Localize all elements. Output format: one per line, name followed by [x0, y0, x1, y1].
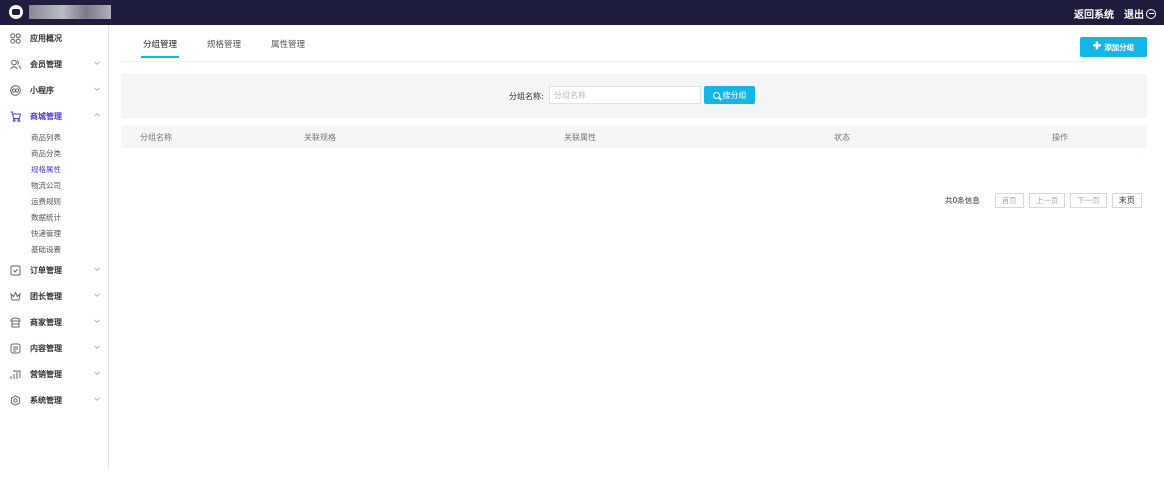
tab-bar: 分组管理 规格管理 属性管理 — [140, 38, 335, 58]
plus-icon: ✚ — [1092, 41, 1102, 52]
grid-icon — [10, 32, 21, 44]
sidebar-item-members[interactable]: 会员管理 — [0, 51, 108, 77]
first-page-button[interactable]: 首页 — [994, 193, 1024, 208]
sidebar-item-mall[interactable]: 商城管理 — [0, 103, 108, 129]
logo-icon — [9, 5, 23, 19]
chevron-down-icon — [94, 370, 100, 376]
logout-icon — [1146, 8, 1156, 19]
submenu-item-express[interactable]: 快递管理 — [0, 225, 108, 241]
add-group-label: 添加分组 — [1104, 42, 1135, 52]
column-header-attributes: 关联属性 — [564, 133, 596, 142]
sidebar-item-content[interactable]: 内容管理 — [0, 335, 108, 361]
sidebar-item-system[interactable]: 系统管理 — [0, 387, 108, 413]
sidebar-item-label: 系统管理 — [30, 395, 62, 405]
miniprogram-icon — [10, 84, 21, 96]
chevron-down-icon — [94, 396, 100, 402]
content-icon — [10, 343, 21, 354]
filter-label: 分组名称: — [509, 92, 544, 101]
order-icon — [10, 265, 21, 276]
sidebar-item-label: 应用概况 — [30, 33, 62, 43]
sidebar-item-label: 商城管理 — [30, 111, 62, 121]
sidebar-item-orders[interactable]: 订单管理 — [0, 257, 108, 283]
column-header-status: 状态 — [834, 133, 850, 142]
sidebar-item-label: 内容管理 — [30, 343, 62, 353]
users-icon — [10, 59, 21, 70]
sidebar-item-merchants[interactable]: 商家管理 — [0, 309, 108, 335]
tab-spec-management[interactable]: 规格管理 — [207, 38, 241, 58]
last-page-button[interactable]: 末页 — [1111, 193, 1142, 208]
logout-button[interactable]: 退出 — [1124, 6, 1156, 21]
group-name-input[interactable] — [549, 86, 701, 104]
chevron-down-icon — [94, 60, 100, 66]
submenu-item-statistics[interactable]: 数据统计 — [0, 209, 108, 225]
cart-icon — [10, 111, 21, 122]
top-actions: 返回系统 退出 — [1074, 6, 1156, 21]
sidebar-item-label: 订单管理 — [30, 265, 62, 275]
submenu-item-basic-settings[interactable]: 基础设置 — [0, 241, 108, 257]
submenu-item-logistics[interactable]: 物流公司 — [0, 177, 108, 193]
app-logo-title — [29, 5, 111, 19]
store-icon — [10, 316, 21, 328]
tab-attribute-management[interactable]: 属性管理 — [271, 38, 305, 58]
chevron-down-icon — [94, 86, 100, 92]
table-header: 分组名称 关联规格 关联属性 状态 操作 — [121, 125, 1147, 148]
sidebar-item-label: 团长管理 — [30, 291, 62, 301]
sidebar: 应用概况 会员管理 小程序 商城管理 商品列表 商品分类 规格属性 物流公司 运… — [0, 25, 109, 470]
submenu-item-product-category[interactable]: 商品分类 — [0, 145, 108, 161]
add-group-button[interactable]: ✚ 添加分组 — [1080, 37, 1147, 57]
pagination-total: 共0条信息 — [945, 196, 980, 205]
column-header-actions: 操作 — [1052, 133, 1068, 142]
submenu-item-product-list[interactable]: 商品列表 — [0, 129, 108, 145]
sidebar-item-marketing[interactable]: 营销管理 — [0, 361, 108, 387]
chevron-up-icon — [94, 112, 100, 118]
sidebar-item-label: 会员管理 — [30, 59, 62, 69]
settings-icon — [10, 394, 21, 406]
pagination: 共0条信息 首页 上一页 下一页 末页 — [945, 193, 1142, 208]
search-icon — [712, 91, 720, 99]
marketing-icon — [10, 369, 21, 380]
sidebar-item-label: 小程序 — [30, 85, 54, 95]
search-group-label: 搜分组 — [722, 90, 747, 100]
tab-group-management[interactable]: 分组管理 — [140, 38, 180, 58]
next-page-button[interactable]: 下一页 — [1070, 193, 1107, 208]
crown-icon — [10, 290, 21, 302]
top-bar: 返回系统 退出 — [0, 0, 1164, 25]
filter-panel: 分组名称: 搜分组 — [121, 74, 1147, 118]
submenu-item-spec-attr[interactable]: 规格属性 — [0, 161, 108, 177]
sidebar-item-miniprogram[interactable]: 小程序 — [0, 77, 108, 103]
logout-label: 退出 — [1124, 10, 1144, 21]
search-group-button[interactable]: 搜分组 — [704, 86, 755, 104]
sidebar-item-label: 商家管理 — [30, 317, 62, 327]
chevron-down-icon — [94, 292, 100, 298]
return-system-link[interactable]: 返回系统 — [1074, 6, 1114, 21]
column-header-specs: 关联规格 — [304, 133, 336, 142]
tabs-divider — [121, 61, 1148, 62]
prev-page-button[interactable]: 上一页 — [1028, 193, 1066, 208]
column-header-group-name: 分组名称 — [140, 133, 172, 142]
chevron-down-icon — [94, 344, 100, 350]
sidebar-item-leaders[interactable]: 团长管理 — [0, 283, 108, 309]
sidebar-item-label: 营销管理 — [30, 369, 62, 379]
chevron-down-icon — [94, 266, 100, 272]
chevron-down-icon — [94, 318, 100, 324]
sidebar-item-overview[interactable]: 应用概况 — [0, 25, 108, 51]
submenu-item-shipping-rules[interactable]: 运费规则 — [0, 193, 108, 209]
